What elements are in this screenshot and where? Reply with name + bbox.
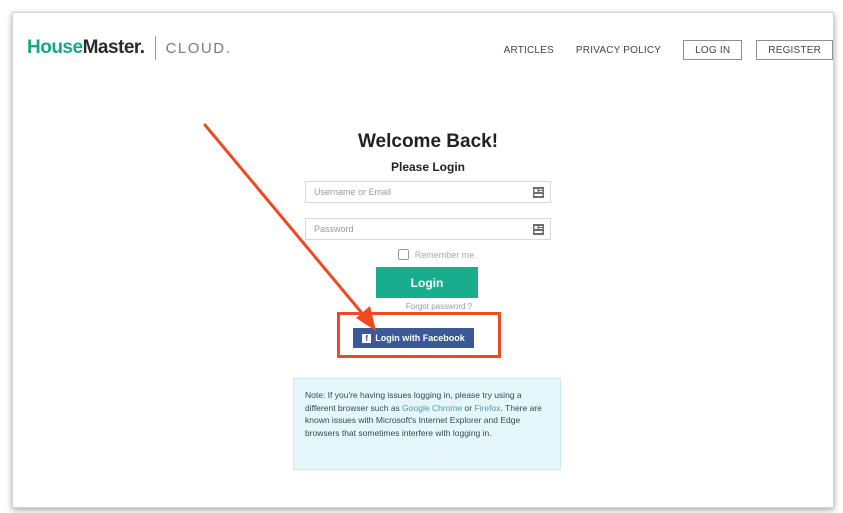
nav-login-button[interactable]: LOG IN [683, 40, 743, 60]
facebook-login-label: Login with Facebook [375, 333, 465, 343]
nav-articles[interactable]: ARTICLES [504, 45, 554, 56]
login-button[interactable]: Login [376, 267, 478, 298]
page-subtitle: Please Login [390, 160, 466, 174]
note-link-chrome[interactable]: Google Chrome [402, 403, 462, 413]
site-header: House Master. CLOUD. ARTICLES PRIVACY PO… [13, 13, 833, 87]
note-text-2: or [462, 402, 475, 413]
browser-note: Note: If you're having issues logging in… [293, 378, 561, 470]
logo-house: House [27, 37, 83, 58]
page-title: Welcome Back! [357, 131, 499, 152]
logo-cloud: CLOUD. [165, 39, 232, 57]
password-field [305, 218, 551, 240]
username-field [305, 181, 551, 203]
remember-label: Remember me [414, 249, 475, 260]
remember-checkbox[interactable] [397, 249, 409, 260]
login-form: Welcome Back! Please Login Username or E… [303, 131, 553, 311]
logo-master: Master. [82, 37, 145, 58]
forgot-password-link[interactable]: Forgot password ? [325, 302, 553, 311]
nav-privacy-policy[interactable]: PRIVACY POLICY [576, 45, 661, 56]
logo-divider [154, 36, 156, 60]
field-card-icon [533, 187, 544, 198]
remember-me[interactable]: Remember me [319, 249, 553, 260]
top-nav: ARTICLES PRIVACY POLICY LOG IN REGISTER [504, 40, 833, 60]
nav-register-button[interactable]: REGISTER [756, 40, 833, 60]
facebook-login-button[interactable]: f Login with Facebook [353, 328, 474, 348]
facebook-icon: f [362, 333, 372, 343]
note-link-firefox[interactable]: Firefox [474, 403, 500, 413]
page-frame: House Master. CLOUD. ARTICLES PRIVACY PO… [12, 12, 834, 508]
username-input[interactable] [306, 182, 550, 202]
housemaster-logo[interactable]: House Master. CLOUD. [27, 36, 231, 60]
field-card-icon [533, 224, 544, 235]
password-input[interactable] [306, 219, 550, 239]
